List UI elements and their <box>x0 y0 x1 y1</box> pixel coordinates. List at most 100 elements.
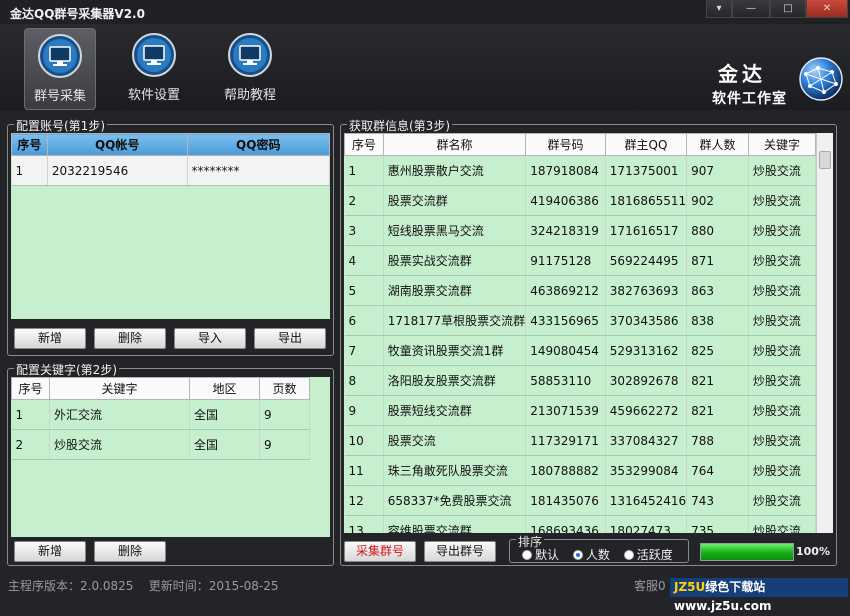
table-cell: 股票交流 <box>383 425 527 456</box>
table-cell: 13 <box>344 515 384 533</box>
column-header[interactable]: QQ密码 <box>186 133 330 156</box>
table-row[interactable]: 4 股票实战交流群 91175128 569224495 871 炒股交流 <box>344 245 816 276</box>
sort-option-default[interactable]: 默认 <box>522 548 559 562</box>
table-row[interactable]: 5 湖南股票交流群 463869212 382763693 863 炒股交流 <box>344 275 816 306</box>
add-account-button[interactable]: 新增 <box>14 328 86 349</box>
column-header[interactable]: 页数 <box>259 377 310 400</box>
sort-options: 默认 人数 活跃度 <box>522 546 683 563</box>
maximize-button[interactable]: □ <box>770 0 806 18</box>
table-cell: 湖南股票交流群 <box>383 275 527 306</box>
table-row[interactable]: 9 股票短线交流群 213071539 459662272 821 炒股交流 <box>344 395 816 426</box>
column-header[interactable]: 关键字 <box>49 377 190 400</box>
progress-fill <box>701 544 793 560</box>
table-cell: 18027473 <box>605 515 688 533</box>
sort-option-count[interactable]: 人数 <box>572 548 610 562</box>
table-cell: 529313162 <box>605 335 688 366</box>
brand-logo: 金达 软件工作室 <box>704 54 844 126</box>
radio-icon <box>623 550 634 560</box>
tool-settings[interactable]: 软件设置 <box>118 28 190 110</box>
close-button[interactable]: ✕ <box>806 0 848 18</box>
column-header[interactable]: 群主QQ <box>604 133 688 156</box>
account-table[interactable]: 序号 QQ帐号 QQ密码 1 2032219546 ******** <box>11 133 330 319</box>
logo-subtext: 软件工作室 <box>712 91 787 107</box>
table-cell: 股票交流群 <box>383 185 527 216</box>
version-text: 主程序版本：2.0.0825 <box>8 579 134 593</box>
table-cell: 370343586 <box>605 305 688 336</box>
add-keyword-button[interactable]: 新增 <box>14 541 86 562</box>
delete-keyword-button[interactable]: 删除 <box>94 541 166 562</box>
tool-qun-collect[interactable]: 群号采集 <box>24 28 96 110</box>
table-cell: 全国 <box>189 399 260 430</box>
title-bar: 金达QQ群号采集器V2.0 ▾ — □ ✕ <box>0 0 850 24</box>
column-header[interactable]: 序号 <box>11 133 48 156</box>
vertical-scrollbar[interactable] <box>816 133 833 533</box>
table-cell: 569224495 <box>605 245 688 276</box>
table-row[interactable]: 1 2032219546 ******** <box>11 155 330 186</box>
table-cell: 短线股票黑马交流 <box>383 215 527 246</box>
table-cell: 821 <box>686 365 749 396</box>
table-cell: 433156965 <box>525 305 606 336</box>
group-table[interactable]: 序号 群名称 群号码 群主QQ 群人数 关键字 1 惠州股票散户交流 1879180… <box>344 133 816 533</box>
table-row[interactable]: 6 1718177草根股票交流群 433156965 370343586 838 炒股交流 <box>344 305 816 336</box>
table-cell: 187918084 <box>525 155 606 186</box>
table-cell: 788 <box>686 425 749 456</box>
table-cell: 58853110 <box>525 365 606 396</box>
menu-button[interactable]: ▾ <box>706 0 732 18</box>
table-row[interactable]: 1 外汇交流 全国 9 <box>11 399 310 430</box>
table-cell: 1 <box>344 155 384 186</box>
table-cell: 382763693 <box>605 275 688 306</box>
column-header[interactable]: 群人数 <box>686 133 749 156</box>
table-row[interactable]: 12 658337*免费股票交流 181435076 1316452416 743 炒股交… <box>344 485 816 516</box>
table-cell: 炒股交流 <box>748 485 816 516</box>
sort-option-activity[interactable]: 活跃度 <box>623 548 673 562</box>
keyword-table[interactable]: 序号 关键字 地区 页数 1 外汇交流 全国 9 2 炒股交流 全国 9 <box>11 377 330 537</box>
column-header[interactable]: 序号 <box>344 133 384 156</box>
import-account-button[interactable]: 导入 <box>174 328 246 349</box>
table-cell: 2032219546 <box>47 155 188 186</box>
column-header[interactable]: 群号码 <box>525 133 606 156</box>
column-header[interactable]: 群名称 <box>382 133 527 156</box>
account-panel-title: 配置账号(第1步) <box>14 117 107 134</box>
scrollbar-thumb[interactable] <box>819 151 831 169</box>
table-cell: 11 <box>344 455 384 486</box>
table-cell: 6 <box>344 305 384 336</box>
table-cell: 股票实战交流群 <box>383 245 527 276</box>
keyword-panel-title: 配置关键字(第2步) <box>14 361 119 378</box>
table-cell: 5 <box>344 275 384 306</box>
table-row[interactable]: 13 容维股票交流群 168693436 18027473 735 炒股交流 <box>344 515 816 533</box>
export-account-button[interactable]: 导出 <box>254 328 326 349</box>
table-cell: 8 <box>344 365 384 396</box>
table-row[interactable]: 10 股票交流 117329171 337084327 788 炒股交流 <box>344 425 816 456</box>
column-header[interactable]: 地区 <box>189 377 260 400</box>
table-cell: 902 <box>686 185 749 216</box>
minimize-button[interactable]: — <box>732 0 770 18</box>
table-cell: 炒股交流 <box>748 425 816 456</box>
tool-help[interactable]: 帮助教程 <box>214 28 286 110</box>
table-row[interactable]: 2 股票交流群 419406386 1816865511 902 炒股交流 <box>344 185 816 216</box>
table-cell: 炒股交流 <box>748 245 816 276</box>
table-cell: 1816865511 <box>605 185 688 216</box>
table-row[interactable]: 2 炒股交流 全国 9 <box>11 429 310 460</box>
column-header[interactable]: 序号 <box>11 377 50 400</box>
table-cell: 91175128 <box>525 245 606 276</box>
delete-account-button[interactable]: 删除 <box>94 328 166 349</box>
table-row[interactable]: 8 洛阳股友股票交流群 58853110 302892678 821 炒股交流 <box>344 365 816 396</box>
table-cell: 2 <box>344 185 384 216</box>
table-cell: 171375001 <box>605 155 688 186</box>
table-row[interactable]: 7 牧童资讯股票交流1群 149080454 529313162 825 炒股交流 <box>344 335 816 366</box>
table-cell: 3 <box>344 215 384 246</box>
table-cell: 10 <box>344 425 384 456</box>
column-header[interactable]: 关键字 <box>747 133 816 156</box>
table-row[interactable]: 11 珠三角敢死队股票交流 180788882 353299084 764 炒股交流 <box>344 455 816 486</box>
table-row[interactable]: 3 短线股票黑马交流 324218319 171616517 880 炒股交流 <box>344 215 816 246</box>
watermark-tag: JZ5U <box>674 580 706 594</box>
progress-percent: 100% <box>796 545 830 558</box>
collect-button[interactable]: 采集群号 <box>344 541 416 562</box>
table-cell: 117329171 <box>525 425 606 456</box>
sort-option-label: 活跃度 <box>636 548 673 562</box>
column-header[interactable]: QQ帐号 <box>46 133 188 156</box>
table-row[interactable]: 1 惠州股票散户交流 187918084 171375001 907 炒股交流 <box>344 155 816 186</box>
export-group-button[interactable]: 导出群号 <box>424 541 496 562</box>
monitor-icon <box>38 34 82 78</box>
table-cell: 743 <box>686 485 749 516</box>
